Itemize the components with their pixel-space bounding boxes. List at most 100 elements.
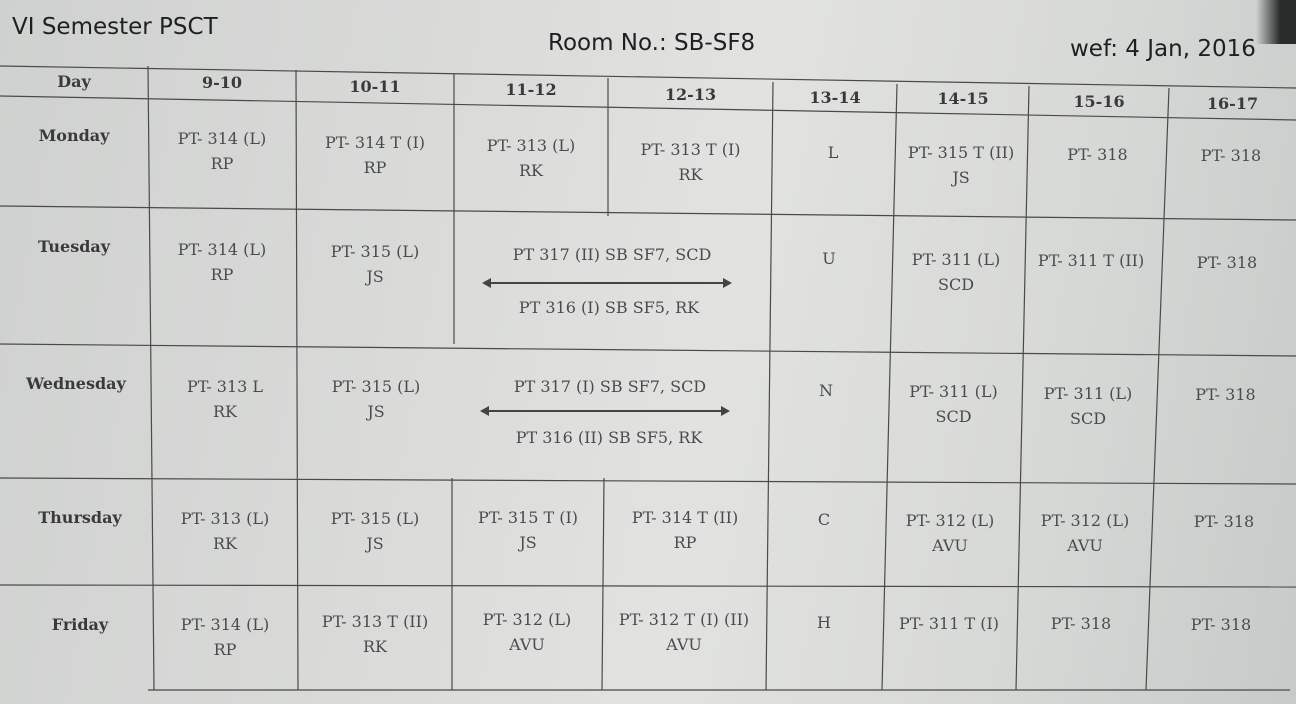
thursday-9-10: PT- 313 (L) RK — [152, 506, 298, 556]
course-code: PT- 318 — [1196, 253, 1258, 272]
wednesday-lab-top: PT 317 (I) SB SF7, SCD — [513, 377, 707, 396]
instructor: RP — [363, 158, 387, 177]
thursday-16-17: PT- 318 — [1152, 509, 1296, 534]
instructor: AVU — [666, 635, 702, 654]
course-code: PT- 315 (L) — [330, 509, 420, 528]
instructor: RP — [210, 265, 234, 284]
monday-11-12: PT- 313 (L) RK — [454, 133, 608, 183]
row-rule — [0, 343, 1296, 357]
course-code: PT- 315 (L) — [330, 242, 420, 261]
friday-11-12: PT- 312 (L) AVU — [452, 607, 602, 657]
instructor: RP — [210, 154, 234, 173]
friday-12-13: PT- 312 T (I) (II) AVU — [602, 607, 766, 657]
course-code: PT- 314 T (I) — [324, 133, 426, 152]
col-header-12-13: 12-13 — [664, 84, 717, 104]
col-header-15-16: 15-16 — [1073, 91, 1125, 111]
instructor: JS — [366, 267, 384, 286]
lunch-letter: C — [817, 510, 831, 529]
lunch-letter: H — [817, 613, 831, 632]
instructor: AVU — [1067, 536, 1103, 555]
instructor: RP — [673, 533, 697, 552]
lunch-letter: L — [827, 143, 839, 162]
day-friday: Friday — [51, 615, 109, 634]
course-code: PT- 315 T (II) — [907, 143, 1015, 162]
lab-span-arrow — [480, 405, 730, 417]
course-code: PT- 318 — [1200, 146, 1262, 165]
wednesday-16-17: PT- 318 — [1155, 382, 1296, 407]
tuesday-lab-bottom: PT 316 (I) SB SF5, RK — [518, 298, 700, 317]
wednesday-lab-bottom: PT 316 (II) SB SF5, RK — [515, 428, 703, 447]
course-code: PT- 312 (L) — [1040, 511, 1130, 530]
instructor: JS — [366, 534, 384, 553]
lab-span-arrow — [482, 277, 732, 289]
instructor: SCD — [1069, 409, 1107, 428]
instructor: JS — [367, 402, 385, 421]
course-code: PT- 314 T (II) — [631, 508, 739, 527]
col-header-13-14: 13-14 — [809, 87, 861, 107]
monday-10-11: PT- 314 T (I) RP — [296, 130, 454, 180]
instructor: JS — [952, 168, 970, 187]
monday-15-16: PT- 318 — [1029, 142, 1166, 167]
course-code: PT- 318 — [1193, 512, 1255, 531]
wednesday-14-15: PT- 311 (L) SCD — [886, 379, 1021, 429]
course-code: PT- 315 (L) — [331, 377, 421, 396]
course-code: PT- 314 (L) — [177, 129, 267, 148]
col-header-10-11: 10-11 — [349, 76, 401, 96]
tuesday-9-10: PT- 314 (L) RP — [148, 237, 296, 287]
course-code: PT- 311 (L) — [911, 250, 1001, 269]
course-code: PT- 315 T (I) — [477, 508, 579, 527]
day-tuesday: Tuesday — [37, 237, 111, 256]
lunch-u: U — [770, 246, 888, 271]
monday-12-13: PT- 313 T (I) RK — [608, 137, 773, 187]
instructor: SCD — [935, 407, 972, 426]
lunch-n: N — [766, 378, 886, 403]
course-code: PT- 313 T (I) — [640, 140, 741, 159]
wednesday-10-11: PT- 315 (L) JS — [298, 374, 454, 424]
friday-9-10: PT- 314 (L) RP — [152, 612, 298, 662]
course-code: PT- 311 T (I) — [898, 614, 1000, 633]
course-code: PT- 311 (L) — [1043, 384, 1133, 403]
instructor: JS — [519, 533, 537, 552]
col-header-11-12: 11-12 — [505, 79, 557, 99]
thursday-12-13: PT- 314 T (II) RP — [604, 505, 766, 555]
friday-15-16: PT- 318 — [1016, 611, 1146, 636]
lunch-c: C — [766, 507, 882, 532]
course-code: PT- 314 (L) — [180, 615, 270, 634]
instructor: SCD — [937, 275, 975, 294]
lunch-h: H — [766, 610, 882, 635]
course-code: PT- 311 T (II) — [1037, 251, 1145, 270]
row-rule — [0, 477, 1296, 485]
friday-14-15: PT- 311 T (I) — [882, 611, 1016, 636]
row-rule — [0, 205, 1296, 221]
course-code: PT- 313 T (II) — [321, 612, 429, 631]
wednesday-15-16: PT- 311 (L) SCD — [1021, 381, 1155, 431]
course-code: PT- 318 — [1195, 385, 1256, 404]
instructor: RK — [213, 402, 237, 421]
instructor: RK — [363, 637, 387, 656]
thursday-11-12: PT- 315 T (I) JS — [452, 505, 604, 555]
instructor: RK — [213, 534, 237, 553]
course-code: PT- 312 (L) — [905, 511, 995, 530]
course-code: PT- 318 — [1190, 615, 1252, 634]
course-code: PT- 318 — [1067, 145, 1128, 164]
instructor: RK — [678, 165, 703, 184]
lunch-letter: N — [819, 381, 833, 400]
course-code: PT- 311 (L) — [909, 382, 998, 401]
thursday-10-11: PT- 315 (L) JS — [298, 506, 452, 556]
col-header-14-15: 14-15 — [937, 88, 989, 108]
course-code: PT- 312 T (I) (II) — [618, 610, 750, 629]
instructor: RK — [519, 161, 543, 180]
course-code: PT- 314 (L) — [177, 240, 267, 259]
friday-10-11: PT- 313 T (II) RK — [298, 609, 452, 659]
instructor: RP — [213, 640, 237, 659]
monday-16-17: PT- 318 — [1166, 143, 1296, 168]
course-code: PT- 318 — [1050, 614, 1112, 633]
course-code: PT- 313 (L) — [180, 509, 270, 528]
tuesday-lab-top: PT 317 (II) SB SF7, SCD — [512, 245, 712, 264]
monday-14-15: PT- 315 T (II) JS — [893, 140, 1029, 190]
course-code: PT- 313 (L) — [486, 136, 576, 155]
tuesday-15-16: PT- 311 T (II) — [1024, 248, 1158, 273]
friday-16-17: PT- 318 — [1146, 612, 1296, 637]
thursday-15-16: PT- 312 (L) AVU — [1018, 508, 1152, 558]
instructor: AVU — [932, 536, 968, 555]
